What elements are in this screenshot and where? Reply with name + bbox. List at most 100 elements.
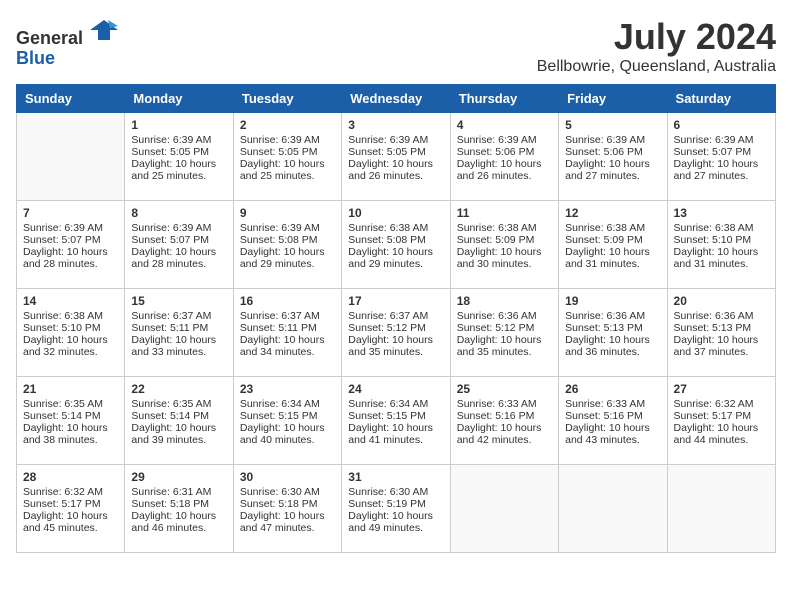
day-number: 27 [674, 382, 769, 396]
cell-sun-info: Sunrise: 6:37 AMSunset: 5:11 PMDaylight:… [131, 310, 216, 358]
day-number: 4 [457, 118, 552, 132]
column-header-saturday: Saturday [667, 85, 775, 113]
day-number: 25 [457, 382, 552, 396]
calendar-cell: 15 Sunrise: 6:37 AMSunset: 5:11 PMDayligh… [125, 289, 233, 377]
day-number: 20 [674, 294, 769, 308]
day-number: 2 [240, 118, 335, 132]
calendar-cell: 14 Sunrise: 6:38 AMSunset: 5:10 PMDayligh… [17, 289, 125, 377]
week-row-1: 1Sunrise: 6:39 AMSunset: 5:05 PMDaylight… [17, 113, 776, 201]
cell-sun-info: Sunrise: 6:37 AMSunset: 5:12 PMDaylight:… [348, 310, 433, 358]
calendar-header-row: SundayMondayTuesdayWednesdayThursdayFrid… [17, 85, 776, 113]
cell-sun-info: Sunrise: 6:30 AMSunset: 5:19 PMDaylight:… [348, 486, 433, 534]
cell-sun-info: Sunrise: 6:31 AMSunset: 5:18 PMDaylight:… [131, 486, 216, 534]
subtitle: Bellbowrie, Queensland, Australia [537, 58, 776, 76]
cell-sun-info: Sunrise: 6:38 AMSunset: 5:10 PMDaylight:… [23, 310, 108, 358]
cell-sun-info: Sunrise: 6:38 AMSunset: 5:09 PMDaylight:… [457, 222, 542, 270]
calendar-cell [450, 465, 558, 553]
calendar-cell: 29 Sunrise: 6:31 AMSunset: 5:18 PMDayligh… [125, 465, 233, 553]
calendar-cell: 30 Sunrise: 6:30 AMSunset: 5:18 PMDayligh… [233, 465, 341, 553]
day-number: 9 [240, 206, 335, 220]
week-row-3: 14 Sunrise: 6:38 AMSunset: 5:10 PMDayligh… [17, 289, 776, 377]
week-row-4: 21Sunrise: 6:35 AMSunset: 5:14 PMDayligh… [17, 377, 776, 465]
calendar-cell [667, 465, 775, 553]
calendar-cell: 6Sunrise: 6:39 AMSunset: 5:07 PMDaylight… [667, 113, 775, 201]
cell-sun-info: Sunrise: 6:39 AMSunset: 5:06 PMDaylight:… [565, 134, 650, 182]
cell-sun-info: Sunrise: 6:34 AMSunset: 5:15 PMDaylight:… [240, 398, 325, 446]
calendar-cell: 12 Sunrise: 6:38 AMSunset: 5:09 PMDayligh… [559, 201, 667, 289]
main-title: July 2024 [537, 16, 776, 58]
day-number: 26 [565, 382, 660, 396]
calendar-cell: 3Sunrise: 6:39 AMSunset: 5:05 PMDaylight… [342, 113, 450, 201]
column-header-friday: Friday [559, 85, 667, 113]
week-row-2: 7 Sunrise: 6:39 AMSunset: 5:07 PMDaylight… [17, 201, 776, 289]
cell-sun-info: Sunrise: 6:36 AMSunset: 5:12 PMDaylight:… [457, 310, 542, 358]
calendar-cell: 4 Sunrise: 6:39 AMSunset: 5:06 PMDaylight… [450, 113, 558, 201]
calendar-cell: 8Sunrise: 6:39 AMSunset: 5:07 PMDaylight… [125, 201, 233, 289]
cell-sun-info: Sunrise: 6:39 AMSunset: 5:05 PMDaylight:… [240, 134, 325, 182]
cell-sun-info: Sunrise: 6:37 AMSunset: 5:11 PMDaylight:… [240, 310, 325, 358]
day-number: 15 [131, 294, 226, 308]
cell-sun-info: Sunrise: 6:34 AMSunset: 5:15 PMDaylight:… [348, 398, 433, 446]
calendar-cell: 11 Sunrise: 6:38 AMSunset: 5:09 PMDayligh… [450, 201, 558, 289]
calendar-cell [559, 465, 667, 553]
logo-blue-text: Blue [16, 48, 55, 68]
cell-sun-info: Sunrise: 6:30 AMSunset: 5:18 PMDaylight:… [240, 486, 325, 534]
calendar-cell: 24 Sunrise: 6:34 AMSunset: 5:15 PMDayligh… [342, 377, 450, 465]
calendar-cell: 13 Sunrise: 6:38 AMSunset: 5:10 PMDayligh… [667, 201, 775, 289]
cell-sun-info: Sunrise: 6:39 AMSunset: 5:05 PMDaylight:… [131, 134, 216, 182]
header: General Blue July 2024 Bellbowrie, Queen… [16, 16, 776, 76]
calendar-table: SundayMondayTuesdayWednesdayThursdayFrid… [16, 84, 776, 553]
day-number: 23 [240, 382, 335, 396]
day-number: 3 [348, 118, 443, 132]
cell-sun-info: Sunrise: 6:39 AMSunset: 5:08 PMDaylight:… [240, 222, 325, 270]
day-number: 18 [457, 294, 552, 308]
calendar-cell: 2 Sunrise: 6:39 AMSunset: 5:05 PMDaylight… [233, 113, 341, 201]
day-number: 10 [348, 206, 443, 220]
cell-sun-info: Sunrise: 6:33 AMSunset: 5:16 PMDaylight:… [565, 398, 650, 446]
cell-sun-info: Sunrise: 6:38 AMSunset: 5:10 PMDaylight:… [674, 222, 759, 270]
calendar-cell: 9 Sunrise: 6:39 AMSunset: 5:08 PMDaylight… [233, 201, 341, 289]
cell-sun-info: Sunrise: 6:36 AMSunset: 5:13 PMDaylight:… [674, 310, 759, 358]
calendar-cell: 5 Sunrise: 6:39 AMSunset: 5:06 PMDaylight… [559, 113, 667, 201]
day-number: 16 [240, 294, 335, 308]
calendar-cell: 18 Sunrise: 6:36 AMSunset: 5:12 PMDayligh… [450, 289, 558, 377]
calendar-cell: 26 Sunrise: 6:33 AMSunset: 5:16 PMDayligh… [559, 377, 667, 465]
day-number: 7 [23, 206, 118, 220]
day-number: 28 [23, 470, 118, 484]
week-row-5: 28 Sunrise: 6:32 AMSunset: 5:17 PMDayligh… [17, 465, 776, 553]
calendar-cell: 16 Sunrise: 6:37 AMSunset: 5:11 PMDayligh… [233, 289, 341, 377]
calendar-cell: 19Sunrise: 6:36 AMSunset: 5:13 PMDayligh… [559, 289, 667, 377]
cell-sun-info: Sunrise: 6:39 AMSunset: 5:07 PMDaylight:… [131, 222, 216, 270]
calendar-cell: 20 Sunrise: 6:36 AMSunset: 5:13 PMDayligh… [667, 289, 775, 377]
day-number: 13 [674, 206, 769, 220]
calendar-cell: 22Sunrise: 6:35 AMSunset: 5:14 PMDayligh… [125, 377, 233, 465]
calendar-cell: 7 Sunrise: 6:39 AMSunset: 5:07 PMDaylight… [17, 201, 125, 289]
column-header-thursday: Thursday [450, 85, 558, 113]
cell-sun-info: Sunrise: 6:35 AMSunset: 5:14 PMDaylight:… [23, 398, 108, 446]
day-number: 24 [348, 382, 443, 396]
cell-sun-info: Sunrise: 6:38 AMSunset: 5:09 PMDaylight:… [565, 222, 650, 270]
column-header-monday: Monday [125, 85, 233, 113]
day-number: 29 [131, 470, 226, 484]
cell-sun-info: Sunrise: 6:38 AMSunset: 5:08 PMDaylight:… [348, 222, 433, 270]
cell-sun-info: Sunrise: 6:32 AMSunset: 5:17 PMDaylight:… [23, 486, 108, 534]
day-number: 17 [348, 294, 443, 308]
title-block: July 2024 Bellbowrie, Queensland, Austra… [537, 16, 776, 76]
calendar-cell: 27Sunrise: 6:32 AMSunset: 5:17 PMDayligh… [667, 377, 775, 465]
cell-sun-info: Sunrise: 6:39 AMSunset: 5:07 PMDaylight:… [674, 134, 759, 182]
column-header-wednesday: Wednesday [342, 85, 450, 113]
day-number: 5 [565, 118, 660, 132]
calendar-cell: 31Sunrise: 6:30 AMSunset: 5:19 PMDayligh… [342, 465, 450, 553]
calendar-cell: 25 Sunrise: 6:33 AMSunset: 5:16 PMDayligh… [450, 377, 558, 465]
cell-sun-info: Sunrise: 6:33 AMSunset: 5:16 PMDaylight:… [457, 398, 542, 446]
column-header-tuesday: Tuesday [233, 85, 341, 113]
day-number: 12 [565, 206, 660, 220]
day-number: 30 [240, 470, 335, 484]
cell-sun-info: Sunrise: 6:39 AMSunset: 5:07 PMDaylight:… [23, 222, 108, 270]
calendar-cell: 17 Sunrise: 6:37 AMSunset: 5:12 PMDayligh… [342, 289, 450, 377]
day-number: 22 [131, 382, 226, 396]
cell-sun-info: Sunrise: 6:39 AMSunset: 5:06 PMDaylight:… [457, 134, 542, 182]
day-number: 14 [23, 294, 118, 308]
calendar-cell: 21Sunrise: 6:35 AMSunset: 5:14 PMDayligh… [17, 377, 125, 465]
day-number: 11 [457, 206, 552, 220]
